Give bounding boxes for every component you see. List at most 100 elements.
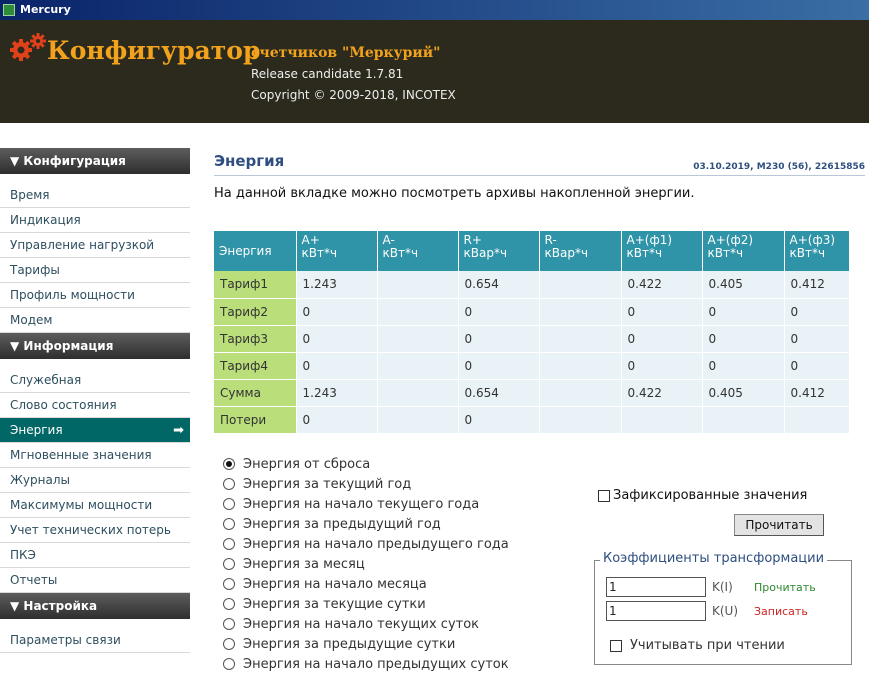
sidebar-section-settings[interactable]: ▼ Настройка	[0, 593, 190, 619]
sidebar-item-instant-values[interactable]: Мгновенные значения	[0, 443, 190, 468]
radio-option[interactable]: Энергия за предыдущие сутки	[223, 634, 509, 654]
table-cell: 0	[784, 352, 850, 380]
radio-label: Энергия на начало месяца	[243, 576, 427, 592]
table-cell: 0	[458, 406, 540, 434]
sidebar-item-status-word[interactable]: Слово состояния	[0, 393, 190, 418]
window-titlebar: Mercury	[0, 0, 869, 20]
coefficients-legend: Коэффициенты трансформации	[600, 551, 828, 566]
voltage-coefficient-input[interactable]: 1	[606, 601, 706, 621]
radio-button[interactable]	[223, 518, 235, 530]
coefficient-write-link[interactable]: Записать	[754, 605, 808, 618]
table-row: Потери 0 0	[214, 406, 850, 434]
sidebar-item-reports[interactable]: Отчеты	[0, 568, 190, 593]
sidebar-section-information[interactable]: ▼ Информация	[0, 333, 190, 359]
sidebar-item-service[interactable]: Служебная	[0, 368, 190, 393]
table-cell: 0	[621, 352, 703, 380]
sidebar-item-journals[interactable]: Журналы	[0, 468, 190, 493]
table-header-cell: A+(ф1) кВт*ч	[621, 231, 703, 271]
table-cell: 0	[702, 352, 785, 380]
table-cell: 0	[296, 325, 378, 353]
table-cell: 0.422	[621, 379, 703, 407]
table-row-label: Тариф3	[214, 325, 297, 353]
table-cell: 0.412	[784, 379, 850, 407]
voltage-coefficient-label: K(U)	[712, 604, 739, 618]
sidebar: ▼ Конфигурация Время Индикация Управлени…	[0, 148, 190, 653]
app-title: Конфигуратор	[47, 36, 261, 65]
table-cell: 0	[296, 352, 378, 380]
table-row: Тариф4 0 0 0 0 0	[214, 352, 850, 380]
arrow-right-icon: ➡	[173, 423, 184, 438]
radio-button[interactable]	[223, 618, 235, 630]
use-on-read-label: Учитывать при чтении	[630, 638, 785, 653]
radio-button[interactable]	[223, 498, 235, 510]
copyright-info: Copyright © 2009-2018, INCOTEX	[251, 88, 456, 102]
table-cell: 0.412	[784, 271, 850, 299]
release-info: Release candidate 1.7.81	[251, 67, 404, 81]
table-cell	[539, 298, 622, 326]
sidebar-item-time[interactable]: Время	[0, 183, 190, 208]
radio-button[interactable]	[223, 598, 235, 610]
radio-option[interactable]: Энергия за предыдущий год	[223, 514, 509, 534]
table-header-cell: A+ кВт*ч	[296, 231, 378, 271]
sidebar-item-tariffs[interactable]: Тарифы	[0, 258, 190, 283]
table-cell: 0	[296, 298, 378, 326]
table-cell: 0	[296, 406, 378, 434]
sidebar-section-configuration[interactable]: ▼ Конфигурация	[0, 148, 190, 174]
radio-option[interactable]: Энергия на начало текущих суток	[223, 614, 509, 634]
radio-label: Энергия за предыдущий год	[243, 516, 441, 532]
read-button[interactable]: Прочитать	[734, 514, 824, 536]
table-cell: 0.405	[702, 271, 785, 299]
radio-option[interactable]: Энергия на начало предыдущего года	[223, 534, 509, 554]
radio-option[interactable]: Энергия за месяц	[223, 554, 509, 574]
table-cell	[539, 271, 622, 299]
radio-button[interactable]	[223, 478, 235, 490]
table-header-row: Энергия A+ кВт*ч A-кВт*ч R+ кВар*ч R-кВар*…	[214, 231, 850, 271]
fixed-values-option[interactable]: Зафиксированные значения	[598, 488, 807, 503]
table-row: Тариф1 1.243 0.654 0.422 0.405 0.412	[214, 271, 850, 299]
table-row-label: Потери	[214, 406, 297, 434]
sidebar-item-modem[interactable]: Модем	[0, 308, 190, 333]
radio-button[interactable]	[223, 658, 235, 670]
table-cell: 1.243	[296, 271, 378, 299]
table-row-label: Тариф2	[214, 298, 297, 326]
coefficient-read-link[interactable]: Прочитать	[754, 581, 816, 594]
table-cell: 0.422	[621, 271, 703, 299]
radio-button[interactable]	[223, 638, 235, 650]
table-cell: 0	[784, 298, 850, 326]
table-header-cell: R-кВар*ч	[539, 231, 622, 271]
radio-option[interactable]: Энергия на начало предыдущих суток	[223, 654, 509, 674]
table-row-label: Тариф4	[214, 352, 297, 380]
table-header-cell: A-кВт*ч	[377, 231, 459, 271]
radio-button[interactable]	[223, 558, 235, 570]
radio-label: Энергия за предыдущие сутки	[243, 636, 456, 652]
table-cell	[784, 406, 850, 434]
gears-icon	[10, 33, 46, 61]
sidebar-item-connection-params[interactable]: Параметры связи	[0, 628, 190, 653]
table-cell: 1.243	[296, 379, 378, 407]
radio-option[interactable]: Энергия за текущий год	[223, 474, 509, 494]
table-cell: 0	[621, 298, 703, 326]
sidebar-item-indication[interactable]: Индикация	[0, 208, 190, 233]
radio-option[interactable]: Энергия на начало текущего года	[223, 494, 509, 514]
radio-button[interactable]	[223, 538, 235, 550]
radio-option[interactable]: Энергия на начало месяца	[223, 574, 509, 594]
sidebar-item-power-profile[interactable]: Профиль мощности	[0, 283, 190, 308]
use-on-read-checkbox[interactable]	[610, 639, 622, 652]
sidebar-item-technical-losses[interactable]: Учет технических потерь	[0, 518, 190, 543]
table-cell	[377, 298, 459, 326]
table-cell	[702, 406, 785, 434]
fixed-values-checkbox[interactable]	[598, 489, 610, 502]
sidebar-item-power-maximums[interactable]: Максимумы мощности	[0, 493, 190, 518]
use-on-read-option[interactable]: Учитывать при чтении	[610, 638, 785, 653]
table-cell	[377, 325, 459, 353]
sidebar-item-load-control[interactable]: Управление нагрузкой	[0, 233, 190, 258]
radio-button[interactable]	[223, 578, 235, 590]
table-row-label: Сумма	[214, 379, 297, 407]
radio-button[interactable]	[223, 458, 235, 470]
sidebar-item-pke[interactable]: ПКЭ	[0, 543, 190, 568]
radio-option[interactable]: Энергия от сброса	[223, 454, 509, 474]
sidebar-item-energy[interactable]: Энергия ➡	[0, 418, 190, 443]
current-coefficient-input[interactable]: 1	[606, 577, 706, 597]
radio-option[interactable]: Энергия за текущие сутки	[223, 594, 509, 614]
radio-label: Энергия за месяц	[243, 556, 365, 572]
